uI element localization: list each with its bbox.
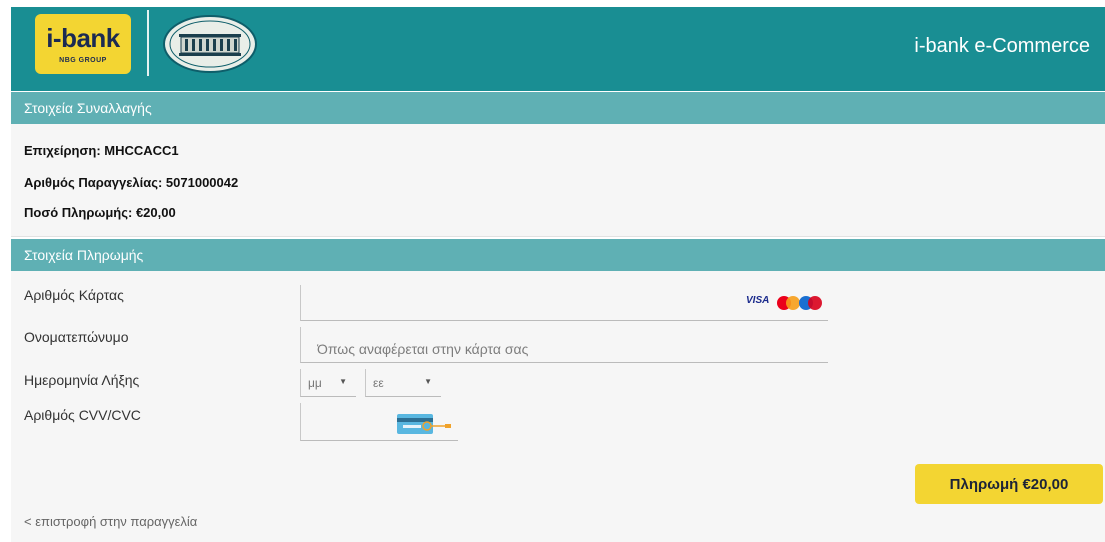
expiry-year-select[interactable]: εε ▼ [365,369,441,397]
card-number-field[interactable]: VISA [300,285,828,321]
ibank-logo: i-bank NBG GROUP [35,14,131,74]
expiry-label: Ημερομηνία Λήξης [24,372,140,388]
expiry-year-value: εε [373,376,384,390]
merchant-line: Επιχείρηση: MHCCACC1 [24,143,179,158]
card-number-label: Αριθμός Κάρτας [24,287,124,303]
maestro-icon-overlap [808,296,822,310]
amount-line: Ποσό Πληρωμής: €20,00 [24,205,176,220]
cvv-card-icon [397,414,451,434]
visa-logo: VISA [746,295,770,306]
payment-section-bar: Στοιχεία Πληρωμής [11,239,1105,271]
payment-form: Αριθμός Κάρτας Ονοματεπώνυμο Ημερομηνία … [11,271,1105,542]
logo-brand-text: i-bank [46,23,120,53]
cvv-field[interactable] [300,403,458,441]
expiry-month-value: μμ [308,376,322,390]
header-title: i-bank e-Commerce [914,35,1090,57]
logo-divider [147,10,149,76]
chevron-down-icon: ▼ [339,377,347,386]
nbg-building-icon [163,15,257,73]
card-brands-icon: VISA [746,295,826,310]
payment-section-title: Στοιχεία Πληρωμής [24,247,144,263]
cardholder-input[interactable] [300,327,828,363]
transaction-section-title: Στοιχεία Συναλλαγής [24,100,152,116]
transaction-summary: Επιχείρηση: MHCCACC1 Αριθμός Παραγγελίας… [11,124,1105,237]
order-number-line: Αριθμός Παραγγελίας: 5071000042 [24,175,239,190]
cardholder-label: Ονοματεπώνυμο [24,329,129,345]
transaction-section-bar: Στοιχεία Συναλλαγής [11,92,1105,124]
back-to-order-link[interactable]: < επιστροφή στην παραγγελία [24,514,197,529]
pay-button[interactable]: Πληρωμή €20,00 [915,464,1103,504]
top-header: i-bank NBG GROUP i-bank e-Commerce [11,7,1105,91]
logo-group-text: NBG GROUP [59,57,107,64]
cvv-label: Αριθμός CVV/CVC [24,407,141,423]
mastercard-icon-overlap [786,296,800,310]
chevron-down-icon: ▼ [424,377,432,386]
expiry-month-select[interactable]: μμ ▼ [300,369,356,397]
